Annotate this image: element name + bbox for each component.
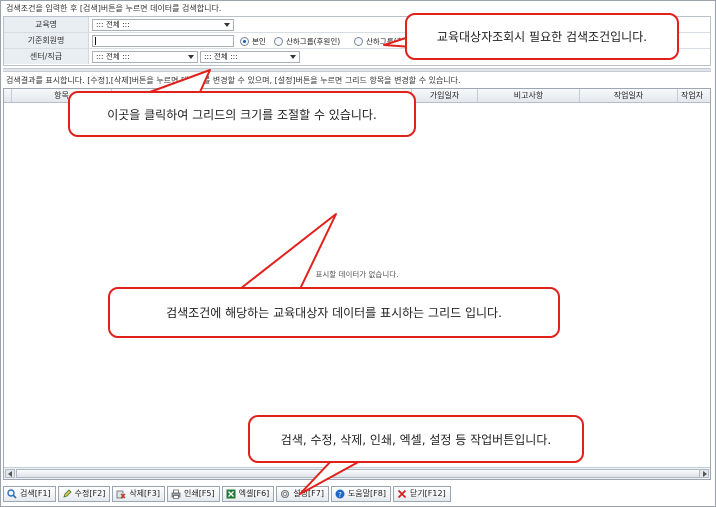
search-hint: 검색조건을 입력한 후 [검색]버튼을 누르면 데이터를 검색합니다.: [6, 4, 222, 13]
arrow-right-icon: [703, 471, 707, 477]
course-select[interactable]: ::: 전체 :::: [92, 19, 234, 31]
text-caret: [95, 37, 96, 45]
radio-dot-icon: [354, 37, 363, 46]
center-select-value: ::: 전체 :::: [96, 52, 130, 61]
edit-button[interactable]: 수정[F2]: [57, 486, 111, 502]
help-button[interactable]: ? 도움말[F8]: [330, 486, 391, 502]
grid-col-worker[interactable]: 작업자: [678, 89, 710, 102]
grid-empty-message: 표시할 데이터가 없습니다.: [315, 270, 399, 279]
rank-select-value: ::: 전체 :::: [204, 52, 238, 61]
scroll-thumb[interactable]: [16, 469, 700, 478]
svg-text:?: ?: [338, 491, 342, 499]
callout-resize: 이곳을 클릭하여 그리드의 크기를 조절할 수 있습니다.: [68, 91, 416, 137]
center-select[interactable]: ::: 전체 :::: [92, 51, 198, 63]
search-button[interactable]: 검색[F1]: [3, 486, 56, 502]
grid-row-selector-header: [4, 89, 12, 102]
help-button-label: 도움말[F8]: [347, 489, 386, 498]
print-button[interactable]: 인쇄[F5]: [166, 486, 220, 502]
excel-icon: [226, 489, 236, 499]
close-icon: [397, 489, 407, 499]
chevron-down-icon: [224, 23, 230, 27]
radio-dot-icon: [274, 37, 283, 46]
rank-select[interactable]: ::: 전체 :::: [200, 51, 300, 63]
grid-col-remarks[interactable]: 비고사항: [478, 89, 580, 102]
excel-button[interactable]: 엑셀[F6]: [221, 486, 275, 502]
scroll-left-button[interactable]: [5, 469, 15, 478]
delete-button[interactable]: 삭제[F3]: [112, 486, 165, 502]
grid-col-work-date[interactable]: 작업일자: [580, 89, 678, 102]
edit-icon: [62, 489, 72, 499]
chevron-down-icon: [290, 55, 296, 59]
radio-self-label: 본인: [252, 37, 266, 46]
center-rank-label: 센터/직급: [4, 49, 89, 64]
help-icon: ?: [335, 489, 345, 499]
radio-self[interactable]: 본인: [240, 36, 266, 47]
delete-button-label: 삭제[F3]: [129, 489, 160, 498]
horizontal-scrollbar[interactable]: [4, 467, 710, 479]
close-button-label: 닫기[F12]: [409, 489, 446, 498]
scroll-right-button[interactable]: [699, 469, 709, 478]
radio-sponsor-group[interactable]: 산하그룹(후원인): [274, 36, 340, 47]
member-input[interactable]: [92, 35, 234, 47]
member-label: 기준회원명: [4, 33, 89, 48]
edit-button-label: 수정[F2]: [74, 489, 106, 498]
search-button-label: 검색[F1]: [20, 489, 51, 498]
print-button-label: 인쇄[F5]: [183, 489, 215, 498]
grid-col-join-date[interactable]: 가입일자: [412, 89, 478, 102]
settings-button[interactable]: 설정[F7]: [276, 486, 329, 502]
radio-sponsor-label: 산하그룹(후원인): [286, 37, 341, 46]
search-icon: [7, 489, 17, 499]
settings-icon: [280, 489, 290, 499]
excel-button-label: 엑셀[F6]: [238, 489, 270, 498]
course-select-value: ::: 전체 :::: [96, 20, 130, 29]
grid-resize-splitter[interactable]: [3, 68, 711, 72]
callout-buttons: 검색, 수정, 삭제, 인쇄, 엑셀, 설정 등 작업버튼입니다.: [248, 415, 584, 463]
print-icon: [171, 489, 181, 499]
action-toolbar: 검색[F1] 수정[F2] 삭제[F3] 인쇄[F5] 엑셀[F6] 설정[F7…: [3, 486, 451, 502]
course-label: 교육명: [4, 17, 89, 32]
close-button[interactable]: 닫기[F12]: [392, 486, 451, 502]
chevron-down-icon: [188, 55, 194, 59]
arrow-left-icon: [8, 471, 12, 477]
settings-button-label: 설정[F7]: [293, 489, 324, 498]
callout-grid: 검색조건에 해당하는 교육대상자 데이터를 표시하는 그리드 입니다.: [108, 287, 560, 338]
radio-dot-icon: [240, 37, 249, 46]
callout-search-conditions: 교육대상자조회시 필요한 검색조건입니다.: [405, 13, 679, 60]
delete-icon: [116, 489, 126, 499]
result-hint: 검색결과를 표시합니다. [수정],[삭제]버튼을 누르면 데이터를 변경할 수…: [6, 76, 461, 85]
